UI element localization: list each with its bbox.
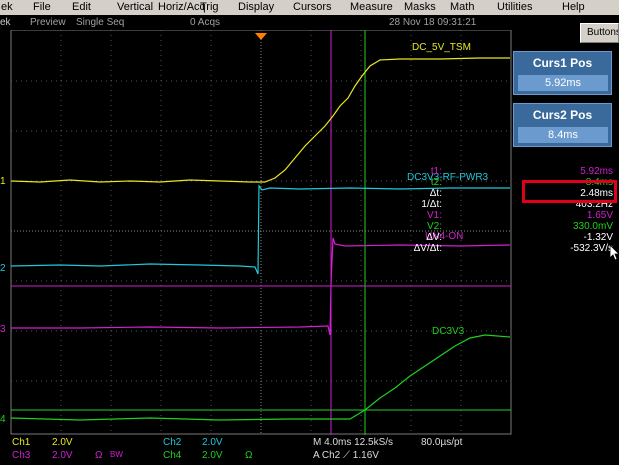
readout-t2-label: t2: <box>430 177 442 188</box>
readout-delta-t-label: Δt: <box>429 188 442 199</box>
ch3-bandwidth-icon: BW <box>110 450 123 459</box>
ch1-name[interactable]: Ch1 <box>12 437 30 448</box>
ch4-scale[interactable]: 2.0V <box>202 450 223 461</box>
status-fragment: ek <box>0 17 11 28</box>
ch2-scale[interactable]: 2.0V <box>202 437 223 448</box>
curs1-value[interactable]: 5.92ms <box>518 75 608 91</box>
menu-trig[interactable]: Trig <box>200 1 219 13</box>
status-mode: Preview <box>30 17 66 28</box>
ch1-marker: 1 <box>0 176 6 187</box>
ch2-label: DC3V3-RF-PWR3 <box>407 172 489 183</box>
menu-help[interactable]: Help <box>562 1 585 13</box>
ch2-marker: 2 <box>0 263 6 274</box>
readout-t1-value: 5.92ms <box>580 166 613 177</box>
menu-vertical[interactable]: Vertical <box>117 1 153 13</box>
buttons-button[interactable]: Buttons <box>580 23 619 43</box>
ch4-label: DC3V3 <box>432 326 465 337</box>
ch2-name[interactable]: Ch2 <box>163 437 181 448</box>
ch4-impedance-icon: Ω <box>245 450 253 461</box>
status-acqs: 0 Acqs <box>190 17 221 28</box>
ch1-scale[interactable]: 2.0V <box>52 437 73 448</box>
ch1-label: DC_5V_TSM <box>412 42 471 53</box>
menu-display[interactable]: Display <box>238 1 274 13</box>
ch4-marker: 4 <box>0 414 6 425</box>
trigger-readout[interactable]: A Ch2 ⟋ 1.16V <box>313 450 379 461</box>
status-seq: Single Seq <box>76 17 125 28</box>
menu-edit[interactable]: Edit <box>72 1 91 13</box>
mouse-pointer-icon <box>610 245 619 261</box>
ch3-scale[interactable]: 2.0V <box>52 450 73 461</box>
readout-inv-delta-t-label: 1/Δt: <box>421 199 442 210</box>
delta-t-highlight-box <box>522 180 617 203</box>
menu-measure[interactable]: Measure <box>350 1 393 13</box>
menu-bar: ek File Edit Vertical Horiz/Acq Trig Dis… <box>0 0 619 15</box>
menu-horiz-acq[interactable]: Horiz/Acq <box>158 1 206 13</box>
channel-status-bar: Ch1 2.0V Ch3 2.0V Ω BW Ch2 2.0V Ch4 2.0V… <box>0 435 512 465</box>
ch3-impedance-icon: Ω <box>95 450 103 461</box>
timebase-readout[interactable]: M 4.0ms 12.5kS/s <box>313 437 393 448</box>
curs2-title: Curs2 Pos <box>532 108 593 122</box>
ch4-name[interactable]: Ch4 <box>163 450 181 461</box>
readout-delta-v-label: ΔV: <box>426 232 442 243</box>
status-datetime: 28 Nov 18 09:31:21 <box>389 17 477 28</box>
readout-v2-label: V2: <box>426 221 442 232</box>
readout-dv-dt-value: -532.3V/s <box>570 243 613 254</box>
curs2-pos-control[interactable]: Curs2 Pos 8.4ms <box>513 103 612 147</box>
curs1-title: Curs1 Pos <box>532 56 593 70</box>
ch3-marker: 3 <box>0 324 6 335</box>
readout-v1-value: 1.65V <box>586 210 613 221</box>
readout-v2-value: 330.0mV <box>572 221 613 232</box>
readout-t1-label: t1: <box>430 166 442 177</box>
ch3-name[interactable]: Ch3 <box>12 450 30 461</box>
menu-cursors[interactable]: Cursors <box>293 1 332 13</box>
curs2-value[interactable]: 8.4ms <box>518 127 608 143</box>
menu-app-fragment: ek <box>1 1 13 13</box>
resolution-readout: 80.0µs/pt <box>421 437 463 448</box>
readout-v1-label: V1: <box>426 210 442 221</box>
menu-math[interactable]: Math <box>450 1 474 13</box>
menu-file[interactable]: File <box>33 1 51 13</box>
menu-utilities[interactable]: Utilities <box>497 1 532 13</box>
menu-masks[interactable]: Masks <box>404 1 436 13</box>
status-line: ek Preview Single Seq 0 Acqs 28 Nov 18 0… <box>0 15 510 30</box>
readout-dv-dt-label: ΔV/Δt: <box>413 243 442 254</box>
curs1-pos-control[interactable]: Curs1 Pos 5.92ms <box>513 51 612 95</box>
readout-delta-v-value: -1.32V <box>583 232 613 243</box>
